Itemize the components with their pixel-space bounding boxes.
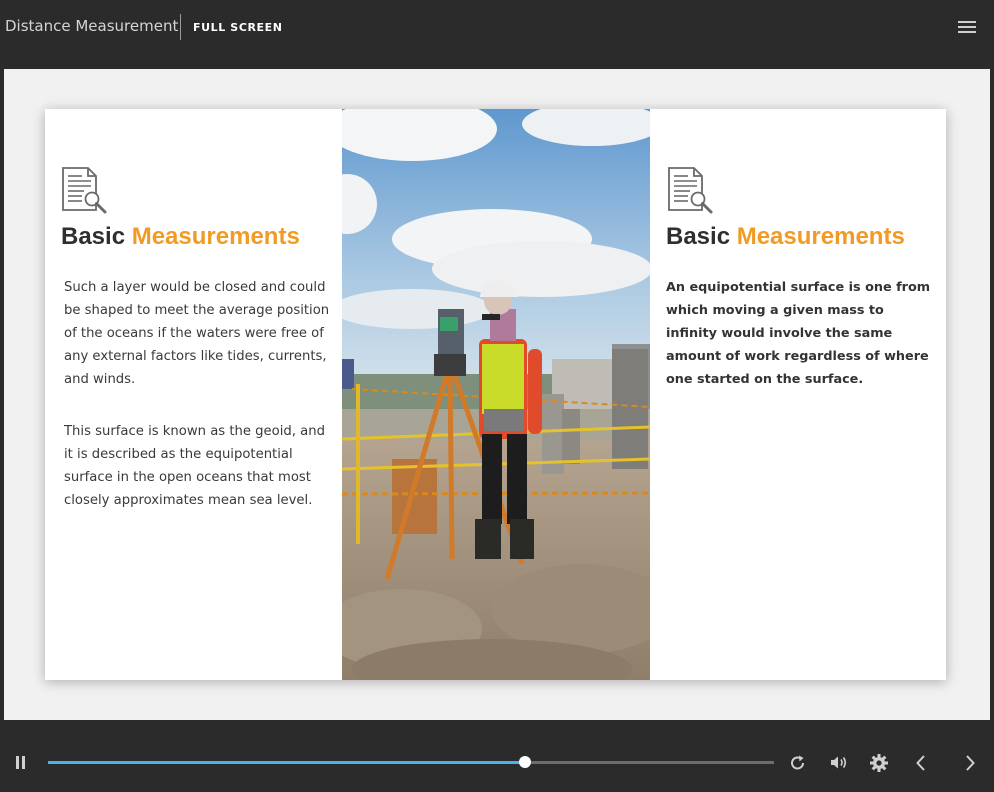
progress-track[interactable] (48, 756, 774, 768)
slide-card: Basic Measurements Such a layer would be… (45, 109, 946, 680)
progress-scrubber-handle[interactable] (518, 756, 531, 768)
title-divider (180, 14, 181, 40)
left-column: Basic Measurements Such a layer would be… (45, 109, 342, 680)
left-paragraph-1: Such a layer would be closed and could b… (64, 280, 330, 387)
right-paragraph: An equipotential surface is one from whi… (666, 280, 931, 387)
previous-arrow-icon[interactable] (914, 754, 928, 772)
next-arrow-icon[interactable] (963, 754, 977, 772)
pause-icon[interactable] (14, 755, 28, 770)
left-heading-accent: Measurements (131, 223, 300, 250)
right-heading-accent: Measurements (736, 223, 905, 250)
top-bar: Distance Measurement FULL SCREEN (0, 0, 994, 69)
surveyor-photo-image (342, 109, 650, 680)
right-column: Basic Measurements An equipotential surf… (650, 109, 946, 680)
left-heading: Basic Measurements (61, 223, 300, 251)
course-title: Distance Measurement (5, 17, 179, 35)
right-heading-plain: Basic (666, 223, 731, 250)
document-search-icon (668, 167, 713, 214)
full-screen-button[interactable]: FULL SCREEN (193, 21, 283, 34)
replay-icon[interactable] (789, 754, 807, 772)
surveyor-photo (342, 109, 650, 680)
hamburger-menu-icon[interactable] (958, 21, 976, 33)
slide-stage: Basic Measurements Such a layer would be… (4, 69, 990, 720)
player-controls (0, 720, 994, 792)
document-search-icon (62, 167, 107, 214)
settings-gear-icon[interactable] (869, 753, 889, 773)
right-heading: Basic Measurements (666, 223, 905, 251)
left-paragraph-2: This surface is known as the geoid, and … (64, 424, 325, 508)
left-heading-plain: Basic (61, 223, 126, 250)
volume-icon[interactable] (829, 754, 849, 771)
progress-fill (48, 761, 525, 764)
